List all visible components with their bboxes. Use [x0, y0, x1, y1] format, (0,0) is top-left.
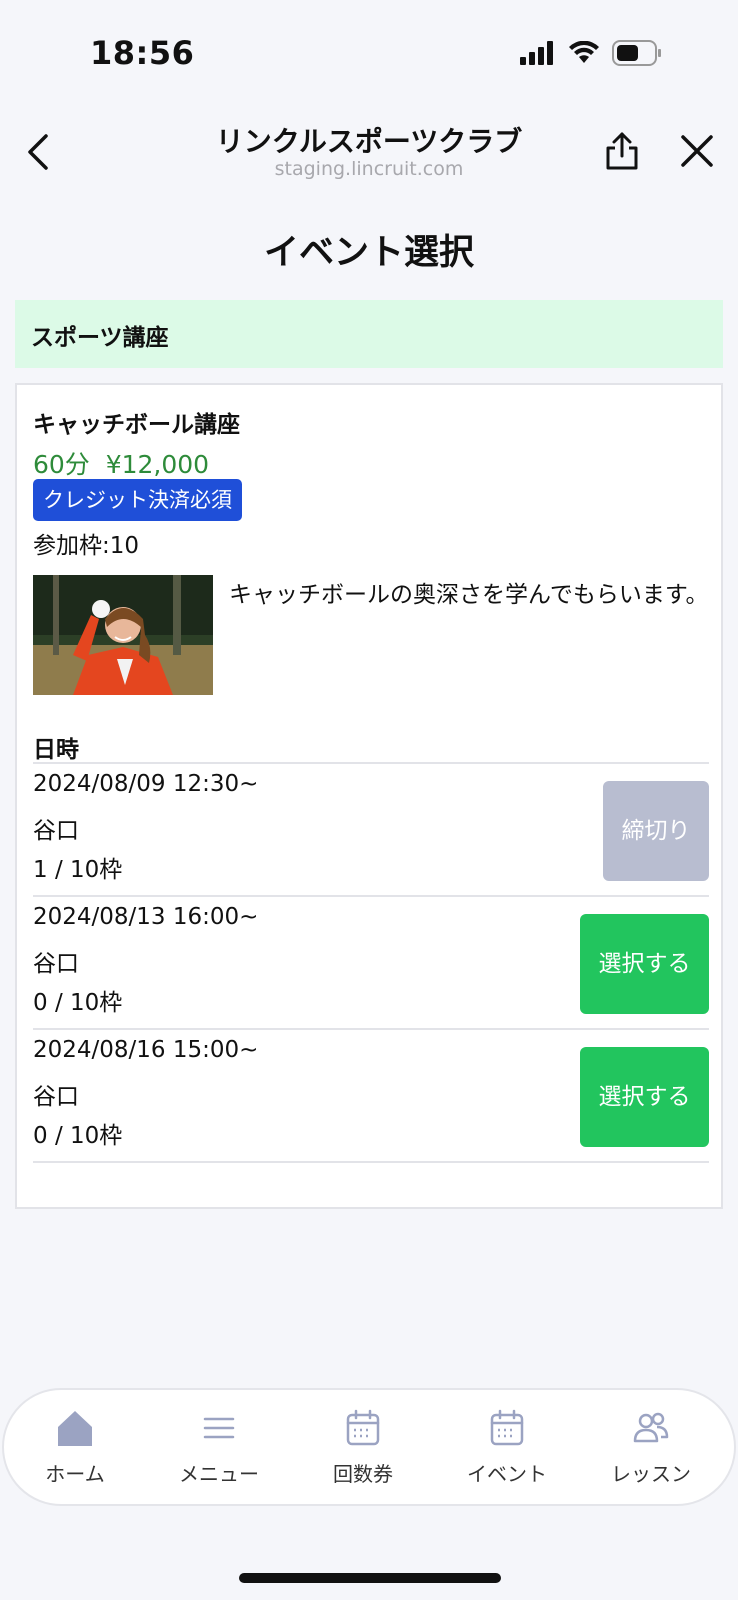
calendar-icon — [490, 1409, 524, 1446]
credit-required-badge: クレジット決済必須 — [33, 479, 242, 521]
datetime-heading: 日時 — [33, 737, 79, 763]
nav-item-events[interactable]: イベント — [442, 1408, 572, 1487]
event-price: 60分 ¥12,000 — [33, 450, 210, 479]
schedule-slot: 2024/08/09 12:30~ 谷口 1 / 10枠 締切り — [33, 765, 709, 899]
schedule-slot: 2024/08/16 15:00~ 谷口 0 / 10枠 選択する — [33, 1031, 709, 1165]
status-time: 18:56 — [90, 34, 195, 72]
battery-icon — [612, 40, 661, 66]
select-slot-button[interactable]: 選択する — [580, 914, 709, 1014]
nav-label: メニュー — [179, 1462, 259, 1486]
nav-item-lessons[interactable]: レッスン — [586, 1408, 716, 1487]
status-bar: 18:56 — [0, 0, 738, 108]
category-header: スポーツ講座 — [15, 300, 723, 368]
divider — [33, 1161, 709, 1163]
event-name: キャッチボール講座 — [33, 412, 240, 438]
slot-count: 0 / 10枠 — [33, 990, 123, 1016]
event-card: キャッチボール講座 60分 ¥12,000 クレジット決済必須 参加枠:10 キ… — [15, 383, 723, 1209]
nav-label: 回数券 — [333, 1462, 393, 1486]
nav-item-menu[interactable]: メニュー — [154, 1408, 284, 1487]
close-icon[interactable] — [680, 134, 714, 168]
divider — [33, 762, 709, 764]
select-slot-button[interactable]: 選択する — [580, 1047, 709, 1147]
slot-count: 1 / 10枠 — [33, 857, 123, 883]
capacity-label: 参加枠:10 — [33, 533, 140, 559]
users-icon — [633, 1412, 669, 1443]
home-icon — [58, 1411, 92, 1446]
nav-item-tickets[interactable]: 回数券 — [298, 1408, 428, 1487]
divider — [33, 895, 709, 897]
event-description: キャッチボールの奥深さを学んでもらいます。 — [229, 582, 709, 608]
page-title: イベント選択 — [263, 233, 474, 273]
nav-label: ホーム — [45, 1462, 105, 1486]
slot-host: 谷口 — [33, 951, 79, 977]
browser-header: リンクルスポーツクラブ staging.lincruit.com — [0, 108, 738, 192]
bottom-nav: ホーム メニュー 回数券 イベント レッスン — [2, 1388, 736, 1506]
slot-datetime: 2024/08/13 16:00~ — [33, 904, 259, 930]
cellular-signal-icon — [520, 41, 553, 65]
slot-datetime: 2024/08/16 15:00~ — [33, 1037, 259, 1063]
slot-host: 谷口 — [33, 818, 79, 844]
share-icon[interactable] — [604, 130, 640, 170]
calendar-icon — [346, 1409, 380, 1446]
nav-item-home[interactable]: ホーム — [10, 1408, 140, 1487]
nav-label: イベント — [467, 1462, 547, 1486]
home-indicator — [239, 1573, 501, 1583]
divider — [33, 1028, 709, 1030]
menu-icon — [203, 1417, 235, 1439]
wifi-icon — [569, 41, 599, 63]
closed-button: 締切り — [603, 781, 709, 881]
slot-host: 谷口 — [33, 1084, 79, 1110]
nav-label: レッスン — [611, 1462, 691, 1486]
slot-datetime: 2024/08/09 12:30~ — [33, 771, 259, 797]
slot-count: 0 / 10枠 — [33, 1123, 123, 1149]
status-icons — [520, 40, 662, 66]
schedule-slot: 2024/08/13 16:00~ 谷口 0 / 10枠 選択する — [33, 898, 709, 1032]
event-thumbnail — [33, 575, 213, 695]
